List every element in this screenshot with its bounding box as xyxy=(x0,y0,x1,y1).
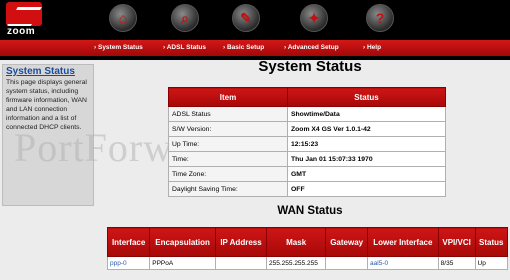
brand-name: zoom xyxy=(7,26,36,37)
zoom-z-icon xyxy=(6,2,42,26)
table-row: Time Zone: GMT xyxy=(168,166,446,182)
row-label: Time Zone: xyxy=(168,166,288,182)
column-header-ip-address: IP Address xyxy=(214,227,268,257)
nav-advanced-setup[interactable]: Advanced Setup xyxy=(284,40,339,56)
row-label: Up Time: xyxy=(168,136,288,152)
row-value: GMT xyxy=(287,166,446,182)
column-header-item: Item xyxy=(168,87,288,107)
cell-encapsulation: PPPoA xyxy=(149,256,216,270)
nav-basic-setup[interactable]: Basic Setup xyxy=(223,40,264,56)
wan-status-table: Interface Encapsulation IP Address Mask … xyxy=(106,227,509,270)
house-icon[interactable]: ⌂ xyxy=(109,4,137,32)
row-value: OFF xyxy=(287,181,446,197)
nav-system-status[interactable]: System Status xyxy=(94,40,143,56)
row-value: 12:15:23 xyxy=(287,136,446,152)
row-label: S/W Version: xyxy=(168,121,288,137)
cell-interface: ppp-0 xyxy=(106,256,151,270)
row-label: Daylight Saving Time: xyxy=(168,181,288,197)
table-row: ppp-0 PPPoA 255.255.255.255 aal5-0 8/35 … xyxy=(106,256,509,270)
row-label: ADSL Status xyxy=(168,106,288,122)
question-icon[interactable]: ? xyxy=(366,4,394,32)
table-row: Up Time: 12:15:23 xyxy=(168,136,446,152)
sidebar-title[interactable]: System Status xyxy=(6,66,90,77)
cell-vpi-vci: 8/35 xyxy=(437,256,476,270)
row-value: Thu Jan 01 15:07:33 1970 xyxy=(287,151,446,167)
column-header-mask: Mask xyxy=(266,227,327,257)
cell-mask: 255.255.255.255 xyxy=(266,256,327,270)
row-value: Showtime/Data xyxy=(287,106,446,122)
tools-icon[interactable]: ✎ xyxy=(232,4,260,32)
page-title: System Status xyxy=(258,58,362,75)
table-row: Time: Thu Jan 01 15:07:33 1970 xyxy=(168,151,446,167)
column-header-encapsulation: Encapsulation xyxy=(149,227,216,257)
column-header-gateway: Gateway xyxy=(325,227,369,257)
system-status-table: Item Status ADSL Status Showtime/Data S/… xyxy=(168,87,446,197)
table-row: S/W Version: Zoom X4 GS Ver 1.0.1-42 xyxy=(168,121,446,137)
cell-gateway xyxy=(325,256,369,270)
nav-help[interactable]: Help xyxy=(363,40,381,56)
cell-lower-interface: aal5-0 xyxy=(367,256,439,270)
nav-adsl-status[interactable]: ADSL Status xyxy=(163,40,206,56)
column-header-interface: Interface xyxy=(106,227,151,257)
cell-ip-address xyxy=(214,256,268,270)
wrench-icon[interactable]: ✦ xyxy=(300,4,328,32)
column-header-status: Status xyxy=(287,87,446,107)
column-header-status: Status xyxy=(474,227,509,257)
header-bar: zoom ⌂ ⌕ ✎ ✦ ? xyxy=(0,0,510,40)
column-header-lower-interface: Lower Interface xyxy=(367,227,439,257)
column-header-vpi-vci: VPI/VCI xyxy=(437,227,476,257)
magnifier-icon[interactable]: ⌕ xyxy=(171,4,199,32)
table-row: ADSL Status Showtime/Data xyxy=(168,106,446,122)
wan-section-title: WAN Status xyxy=(277,205,343,217)
main-nav: System Status ADSL Status Basic Setup Ad… xyxy=(0,40,510,56)
row-value: Zoom X4 GS Ver 1.0.1-42 xyxy=(287,121,446,137)
zoom-logo[interactable]: zoom xyxy=(2,2,46,38)
row-label: Time: xyxy=(168,151,288,167)
cell-status: Up xyxy=(474,256,509,270)
table-row: Daylight Saving Time: OFF xyxy=(168,181,446,197)
